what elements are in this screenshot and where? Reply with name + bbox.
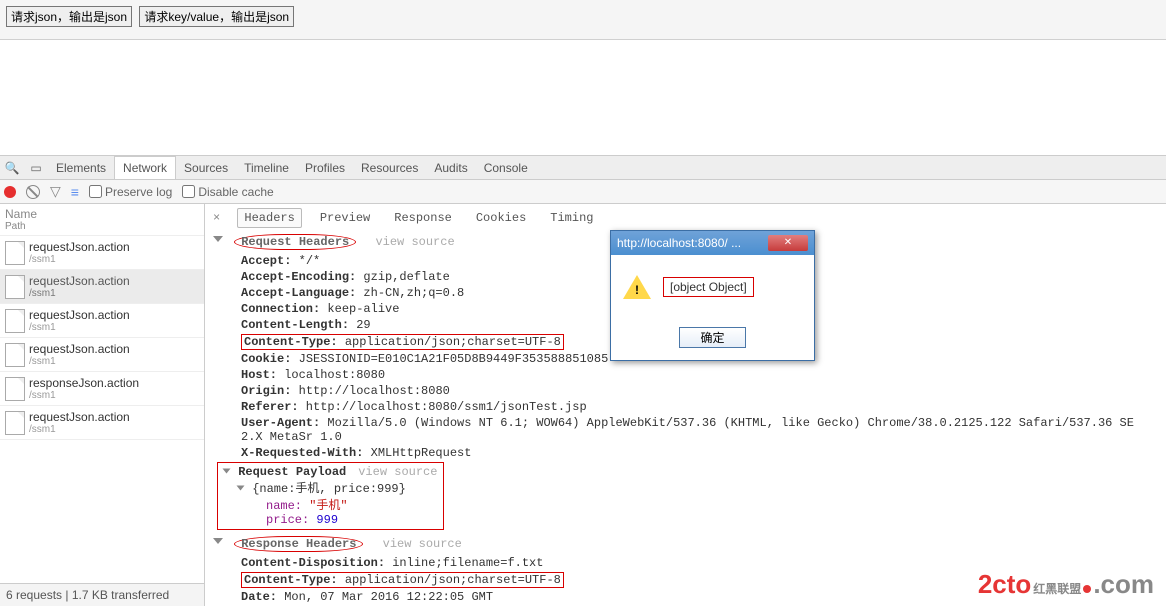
request-list-item[interactable]: requestJson.action/ssm1 [0,338,204,372]
request-list-pane: Name Path requestJson.action/ssm1request… [0,204,205,606]
view-list-icon[interactable]: ≡ [71,184,79,200]
dialog-message: [object Object] [663,277,754,297]
subtab-headers[interactable]: Headers [237,208,301,228]
devtools-tabs: 🔍 ▭ ElementsNetworkSourcesTimelineProfil… [0,156,1166,180]
file-icon [5,343,25,367]
detail-subtabs: Headers Preview Response Cookies Timing [237,211,611,225]
header-row: Content-Disposition: inline;filename=f.t… [241,556,1158,570]
page-top-area: 请求json，输出是json 请求key/value，输出是json [0,0,1166,40]
file-icon [5,411,25,435]
dialog-title: http://localhost:8080/ ... [617,236,741,250]
subtab-response[interactable]: Response [388,209,458,227]
devtools-body: Name Path requestJson.action/ssm1request… [0,204,1166,606]
tab-timeline[interactable]: Timeline [236,157,297,179]
request-list-item[interactable]: requestJson.action/ssm1 [0,304,204,338]
device-icon[interactable]: ▭ [24,161,48,175]
header-row: Host: localhost:8080 [241,368,1158,382]
subtab-preview[interactable]: Preview [314,209,376,227]
request-keyvalue-button[interactable]: 请求key/value，输出是json [139,6,294,27]
subtab-cookies[interactable]: Cookies [470,209,532,227]
tab-network[interactable]: Network [114,156,176,179]
file-icon [5,275,25,299]
header-row: Referer: http://localhost:8080/ssm1/json… [241,400,1158,414]
request-payload-section: Request Payloadview source {name:手机, pri… [217,462,444,530]
request-list-header: Name Path [0,204,204,236]
chevron-down-icon [237,486,245,491]
request-list-item[interactable]: requestJson.action/ssm1 [0,406,204,440]
header-row: User-Agent: Mozilla/5.0 (Windows NT 6.1;… [241,416,1158,444]
network-toolbar: ▽ ≡ Preserve log Disable cache [0,180,1166,204]
dialog-close-button[interactable]: ✕ [768,235,808,251]
devtools-panel: 🔍 ▭ ElementsNetworkSourcesTimelineProfil… [0,155,1166,606]
record-icon[interactable] [4,186,16,198]
dialog-ok-button[interactable]: 确定 [679,327,745,348]
filter-icon[interactable]: ▽ [50,183,61,200]
tab-sources[interactable]: Sources [176,157,236,179]
tab-elements[interactable]: Elements [48,157,114,179]
file-icon [5,309,25,333]
view-source-link[interactable]: view source [375,235,454,249]
tab-audits[interactable]: Audits [426,157,475,179]
tab-profiles[interactable]: Profiles [297,157,353,179]
warning-icon: ! [623,275,651,299]
close-detail-icon[interactable]: × [213,211,220,225]
request-list-item[interactable]: requestJson.action/ssm1 [0,270,204,304]
header-row: X-Requested-With: XMLHttpRequest [241,446,1158,460]
view-source-link[interactable]: view source [358,465,437,479]
blank-area [0,40,1166,155]
chevron-down-icon [223,469,231,474]
response-headers-section[interactable]: Response Headers view source [217,536,1158,552]
request-list-item[interactable]: responseJson.action/ssm1 [0,372,204,406]
watermark: 2cto红黑联盟.com [978,569,1154,600]
file-icon [5,241,25,265]
request-json-button[interactable]: 请求json，输出是json [6,6,132,27]
view-source-link[interactable]: view source [383,537,462,551]
tab-console[interactable]: Console [476,157,536,179]
chevron-down-icon [213,538,223,544]
alert-dialog: http://localhost:8080/ ... ✕ ! [object O… [610,230,815,361]
clear-icon[interactable] [26,185,40,199]
inspect-icon[interactable]: 🔍 [0,161,24,175]
network-status-bar: 6 requests | 1.7 KB transferred [0,583,204,606]
preserve-log-checkbox[interactable]: Preserve log [89,185,172,199]
header-row: Origin: http://localhost:8080 [241,384,1158,398]
dialog-titlebar[interactable]: http://localhost:8080/ ... ✕ [611,231,814,255]
disable-cache-checkbox[interactable]: Disable cache [182,185,273,199]
file-icon [5,377,25,401]
chevron-down-icon [213,236,223,242]
subtab-timing[interactable]: Timing [544,209,599,227]
tab-resources[interactable]: Resources [353,157,426,179]
request-list-item[interactable]: requestJson.action/ssm1 [0,236,204,270]
